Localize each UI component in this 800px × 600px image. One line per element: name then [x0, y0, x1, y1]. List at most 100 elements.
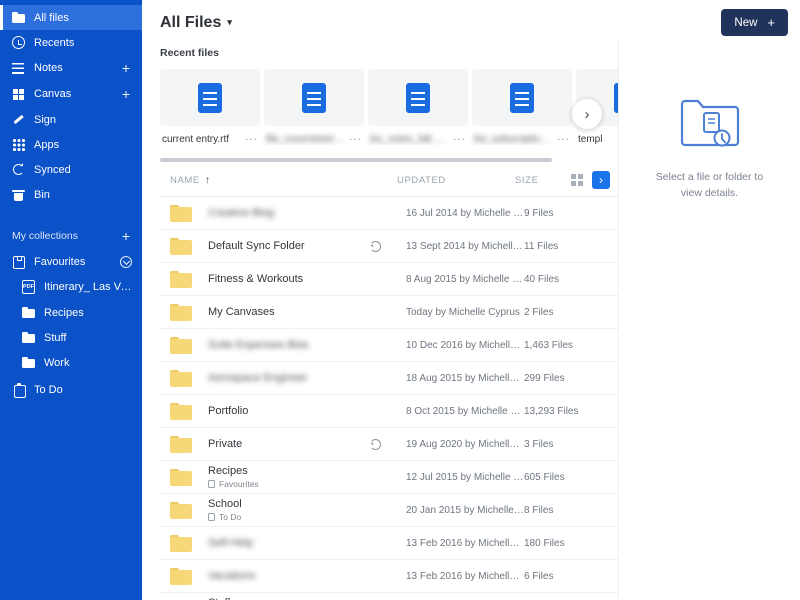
sidebar-item-icon [12, 11, 25, 24]
name-line: Fitness & Workouts [208, 273, 398, 285]
favourites-items: Itinerary_ Las Vega... Recipes Stuff Wor… [0, 274, 142, 375]
folder-name: Portfolio [208, 405, 249, 417]
sidebar-item-icon [12, 188, 25, 201]
size-cell: 2 Files [524, 306, 554, 318]
size-cell: 13,293 Files [524, 405, 579, 417]
table-header: NAME ↑ UPDATED SIZE › [160, 171, 618, 197]
recent-file-card[interactable]: current entry.rtf ··· [160, 69, 260, 145]
folder-name: Fitness & Workouts [208, 273, 304, 285]
table-row[interactable]: Vacations 13 Feb 2016 by Michelle ... 6 … [160, 560, 618, 593]
add-icon[interactable]: + [120, 87, 132, 101]
collections-section: My collections + Favourites Itinerary_ L… [0, 223, 142, 402]
updated-cell: 19 Aug 2020 by Michelle ... [406, 438, 524, 450]
folder-name: Default Sync Folder [208, 240, 305, 252]
sidebar-item[interactable]: Canvas + [0, 81, 142, 107]
collection-tag: Favourites [208, 479, 398, 489]
horizontal-scrollbar[interactable] [160, 158, 552, 162]
sidebar-item-todo[interactable]: To Do [0, 377, 142, 402]
my-collections-header[interactable]: My collections + [0, 223, 142, 249]
sidebar-item-icon [12, 163, 25, 176]
name-line: Recipes [208, 465, 398, 477]
folder-icon [170, 534, 192, 552]
new-button[interactable]: New + [721, 9, 788, 36]
column-header-name[interactable]: NAME ↑ [170, 175, 397, 186]
favourite-item[interactable]: Work [0, 350, 142, 375]
name-cell: Vacations [208, 570, 406, 582]
sidebar-item-icon [12, 88, 25, 101]
recent-files-heading: Recent files [160, 47, 219, 59]
collection-tag-icon [208, 480, 215, 488]
sidebar-item-favourites[interactable]: Favourites [0, 249, 142, 274]
collection-tag-label: Favourites [219, 479, 259, 489]
sidebar-item[interactable]: Notes + [0, 55, 142, 81]
sidebar-item[interactable]: All files [0, 5, 142, 30]
table-row[interactable]: My Canvases Today by Michelle Cyprus 2 F… [160, 296, 618, 329]
table-row[interactable]: Aerospace Engineer 18 Aug 2015 by Michel… [160, 362, 618, 395]
add-collection-icon[interactable]: + [120, 229, 132, 243]
name-cell: My Canvases [208, 306, 406, 318]
carousel-next-button[interactable]: › [572, 99, 602, 129]
page-title[interactable]: All Files ▾ [160, 14, 232, 32]
sidebar-item[interactable]: Apps [0, 132, 142, 157]
file-thumbnail [472, 69, 572, 126]
folder-icon [170, 402, 192, 420]
more-options-icon[interactable]: ··· [245, 134, 258, 145]
table-row[interactable]: School To Do 20 Jan 2015 by Michelle ...… [160, 494, 618, 527]
sidebar-item[interactable]: Synced [0, 157, 142, 182]
more-options-icon[interactable]: ··· [453, 134, 466, 145]
collapse-chevron-icon[interactable] [120, 255, 132, 268]
favourite-item[interactable]: Stuff [0, 325, 142, 350]
file-thumbnail [160, 69, 260, 126]
folder-list: Creative Blog 16 Jul 2014 by Michelle C.… [160, 197, 618, 600]
card-name-row: current entry.rtf ··· [160, 134, 260, 145]
name-line: School [208, 498, 398, 510]
my-collections-label: My collections [12, 230, 78, 242]
table-row[interactable]: Default Sync Folder 13 Sept 2014 by Mich… [160, 230, 618, 263]
sort-ascending-icon[interactable]: ↑ [205, 175, 211, 186]
favourite-item-label: Work [44, 356, 70, 369]
favourite-item[interactable]: Itinerary_ Las Vega... [0, 274, 142, 300]
name-line: Vacations [208, 570, 398, 582]
add-icon[interactable]: + [120, 61, 132, 75]
table-row[interactable]: Portfolio 8 Oct 2015 by Michelle C... 13… [160, 395, 618, 428]
recent-file-card[interactable]: lec_notes_fall.doc ··· [368, 69, 468, 145]
document-icon [406, 82, 430, 113]
folder-name: Aerospace Engineer [208, 372, 308, 384]
content-body: Recent files current entry.rtf ··· file_… [142, 41, 800, 600]
more-options-icon[interactable]: ··· [557, 134, 570, 145]
details-panel-toggle[interactable]: › [592, 171, 610, 189]
table-row[interactable]: Fitness & Workouts 8 Aug 2015 by Michell… [160, 263, 618, 296]
name-line: Portfolio [208, 405, 398, 417]
more-options-icon[interactable]: ··· [349, 134, 362, 145]
sidebar-item[interactable]: Recents [0, 30, 142, 55]
column-header-updated[interactable]: UPDATED [397, 175, 515, 186]
column-header-size[interactable]: SIZE [515, 175, 571, 186]
document-icon [198, 82, 222, 113]
recent-file-card[interactable]: list_subscriptions.doc ··· [472, 69, 572, 145]
table-row[interactable]: Creative Blog 16 Jul 2014 by Michelle C.… [160, 197, 618, 230]
size-cell: 605 Files [524, 471, 565, 483]
file-name: lec_notes_fall.doc [370, 134, 449, 145]
table-row[interactable]: Stuff Favourites 10 Jul 2014 by Michelle… [160, 593, 618, 600]
details-placeholder-text: Select a file or folder to view details. [655, 171, 764, 199]
recent-file-card[interactable]: file_coversheet.doc ··· [264, 69, 364, 145]
sidebar-item[interactable]: Bin [0, 182, 142, 207]
grid-view-icon[interactable] [571, 174, 583, 186]
table-row[interactable]: Self-Help 13 Feb 2016 by Michelle ... 18… [160, 527, 618, 560]
sidebar-item[interactable]: Sign [0, 107, 142, 132]
new-button-label: New [734, 16, 758, 29]
document-icon [510, 82, 534, 113]
favourite-item[interactable]: Recipes [0, 300, 142, 325]
table-row[interactable]: Suite Expenses Bias 10 Dec 2016 by Miche… [160, 329, 618, 362]
size-cell: 40 Files [524, 273, 560, 285]
details-panel: Select a file or folder to view details. [618, 41, 800, 600]
folder-name: Private [208, 438, 243, 450]
folder-icon [170, 501, 192, 519]
name-cell: Fitness & Workouts [208, 273, 406, 285]
name-line: Suite Expenses Bias [208, 339, 398, 351]
table-row[interactable]: Recipes Favourites 12 Jul 2015 by Michel… [160, 461, 618, 494]
folder-icon [170, 237, 192, 255]
sidebar-item-icon [12, 36, 25, 49]
table-row[interactable]: Private 19 Aug 2020 by Michelle ... 3 Fi… [160, 428, 618, 461]
updated-cell: 13 Feb 2016 by Michelle ... [406, 537, 524, 549]
